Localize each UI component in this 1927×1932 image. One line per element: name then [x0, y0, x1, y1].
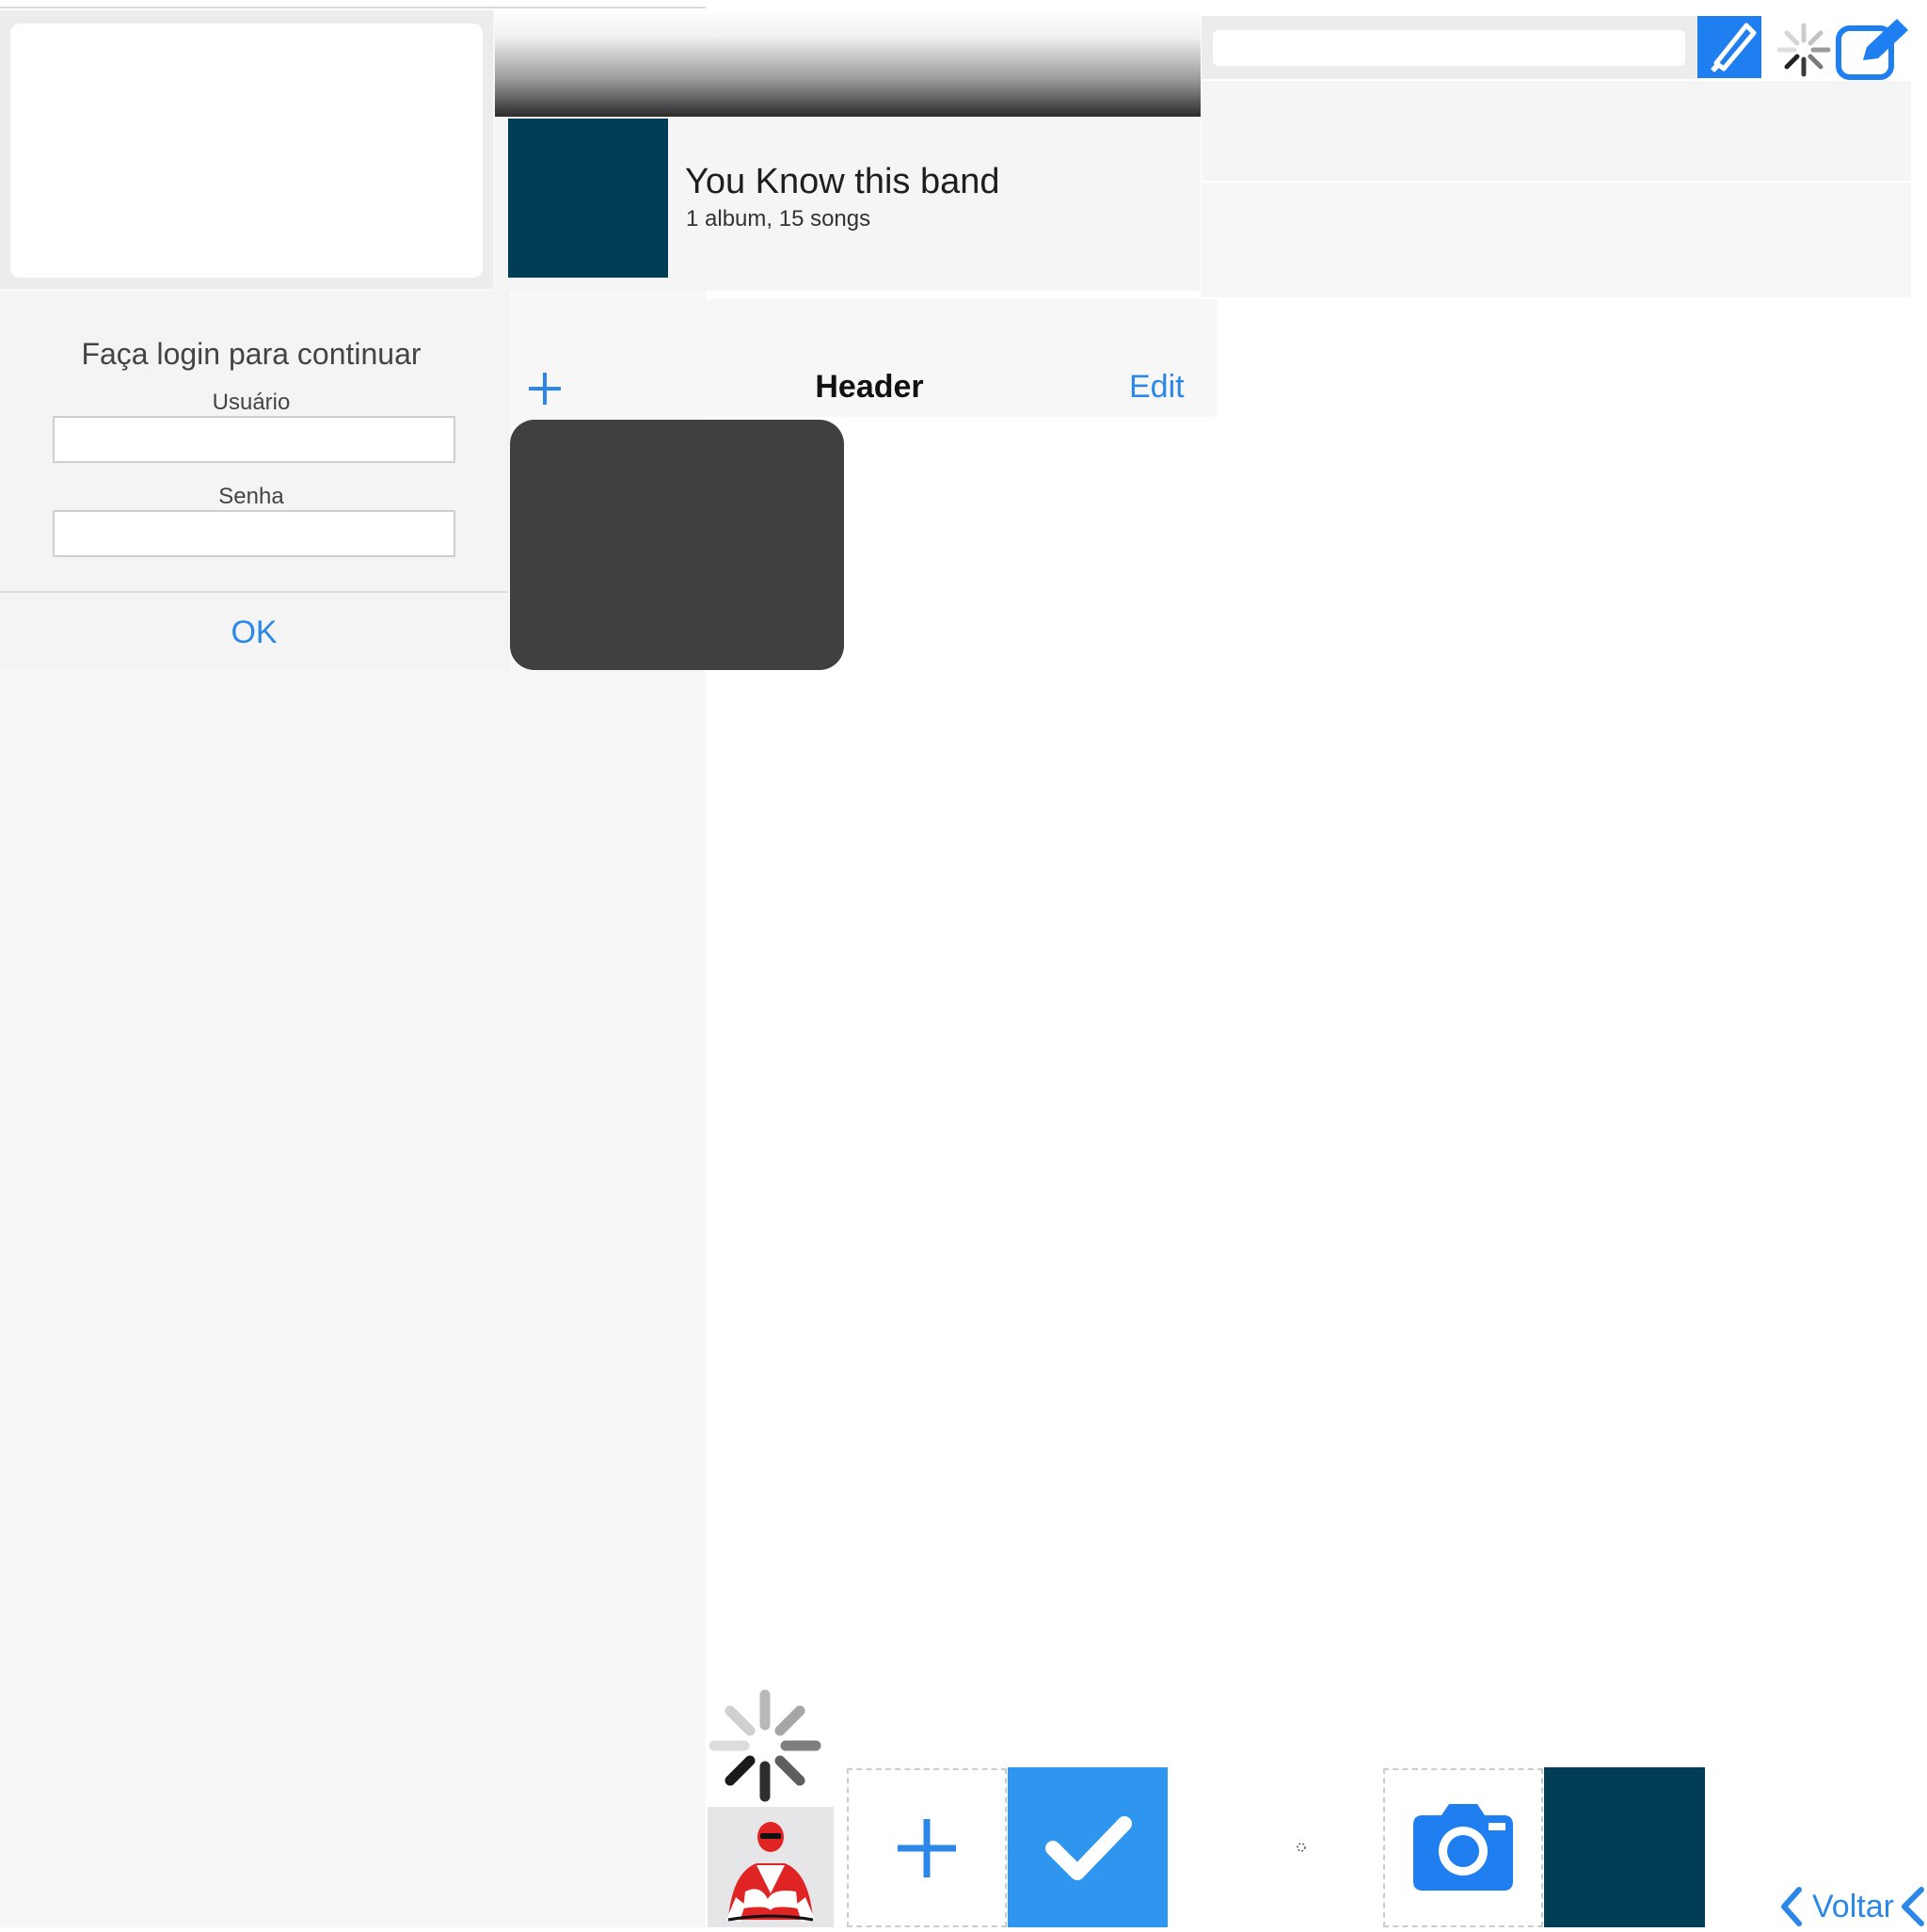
blank-card [10, 24, 483, 278]
compose-icon[interactable] [1835, 15, 1912, 81]
dialog-divider [0, 591, 508, 593]
back-button[interactable]: Voltar [1778, 1886, 1894, 1927]
chevron-left-icon [1781, 1887, 1802, 1926]
gradient-header [495, 10, 1201, 117]
edit-button[interactable] [1697, 15, 1766, 78]
header-edit-button[interactable]: Edit [1129, 369, 1185, 406]
avatar [708, 1807, 834, 1927]
username-label: Usuário [212, 390, 291, 415]
login-title: Faça login para continuar [81, 337, 422, 371]
album-title: You Know this band [685, 162, 1000, 201]
camera-icon [1413, 1804, 1513, 1891]
camera-button[interactable] [1383, 1768, 1543, 1927]
chevron-left-icon[interactable] [1895, 1886, 1927, 1927]
add-photo-button[interactable] [847, 1768, 1007, 1927]
spinner-icon [1295, 1841, 1308, 1854]
header-title: Header [815, 369, 924, 405]
plus-icon[interactable] [525, 369, 565, 408]
username-field[interactable] [53, 416, 455, 463]
search-input[interactable] [1213, 30, 1685, 66]
right-panel-bottom [1202, 183, 1911, 297]
ranger-figure-icon [726, 1822, 815, 1922]
plus-icon [898, 1819, 956, 1877]
password-label: Senha [218, 484, 284, 509]
right-panel-top [1202, 81, 1911, 181]
password-field[interactable] [53, 510, 455, 557]
ok-button[interactable]: OK [0, 602, 508, 663]
album-thumbnail[interactable] [1544, 1767, 1705, 1927]
checkmark-icon [1045, 1816, 1132, 1880]
selected-tile[interactable] [1008, 1767, 1168, 1927]
spinner-icon [708, 1688, 822, 1803]
back-label: Voltar [1812, 1888, 1894, 1924]
album-artwork [508, 119, 668, 278]
spinner-icon [1775, 21, 1833, 79]
album-subtitle: 1 album, 15 songs [686, 206, 871, 232]
progress-hud [510, 420, 844, 670]
top-divider [0, 7, 706, 8]
pencil-icon [1697, 15, 1766, 78]
